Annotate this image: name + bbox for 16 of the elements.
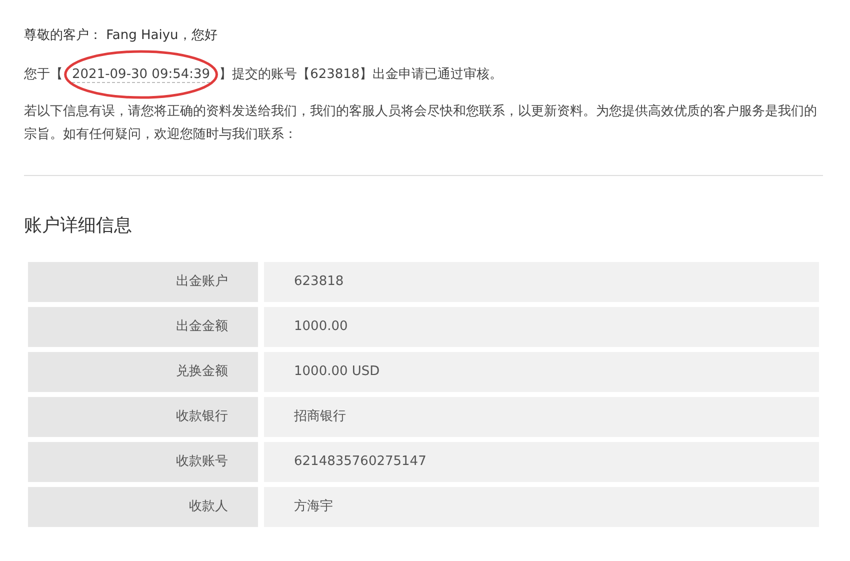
label-cell: 收款账号	[28, 442, 258, 482]
section-title: 账户详细信息	[24, 214, 133, 238]
label-cell: 兑换金额	[28, 352, 258, 392]
value-cell: 1000.00 USD	[264, 352, 819, 392]
value-cell: 623818	[264, 262, 819, 302]
value-cell: 方海宇	[264, 487, 819, 527]
label-cell: 出金账户	[28, 262, 258, 302]
value-cell: 1000.00	[264, 307, 819, 347]
greeting-text: 尊敬的客户： Fang Haiyu，您好	[24, 27, 218, 45]
value-cell: 6214835760275147	[264, 442, 819, 482]
info-paragraph: 若以下信息有误，请您将正确的资料发送给我们，我们的客服人员将会尽快和您联系，以更新资料。为您提供高效优质的客户服务是我们的宗旨。如有任何疑问，欢迎您随时与我们联系：	[24, 103, 818, 144]
label-cell: 收款银行	[28, 397, 258, 437]
value-cell: 招商银行	[264, 397, 819, 437]
notice-text: 您于【 2021-09-30 09:54:39 】提交的账号【623818】出金申请已通过审核。	[24, 65, 823, 85]
label-cell: 出金金额	[28, 307, 258, 347]
label-cell: 收款人	[28, 487, 258, 527]
